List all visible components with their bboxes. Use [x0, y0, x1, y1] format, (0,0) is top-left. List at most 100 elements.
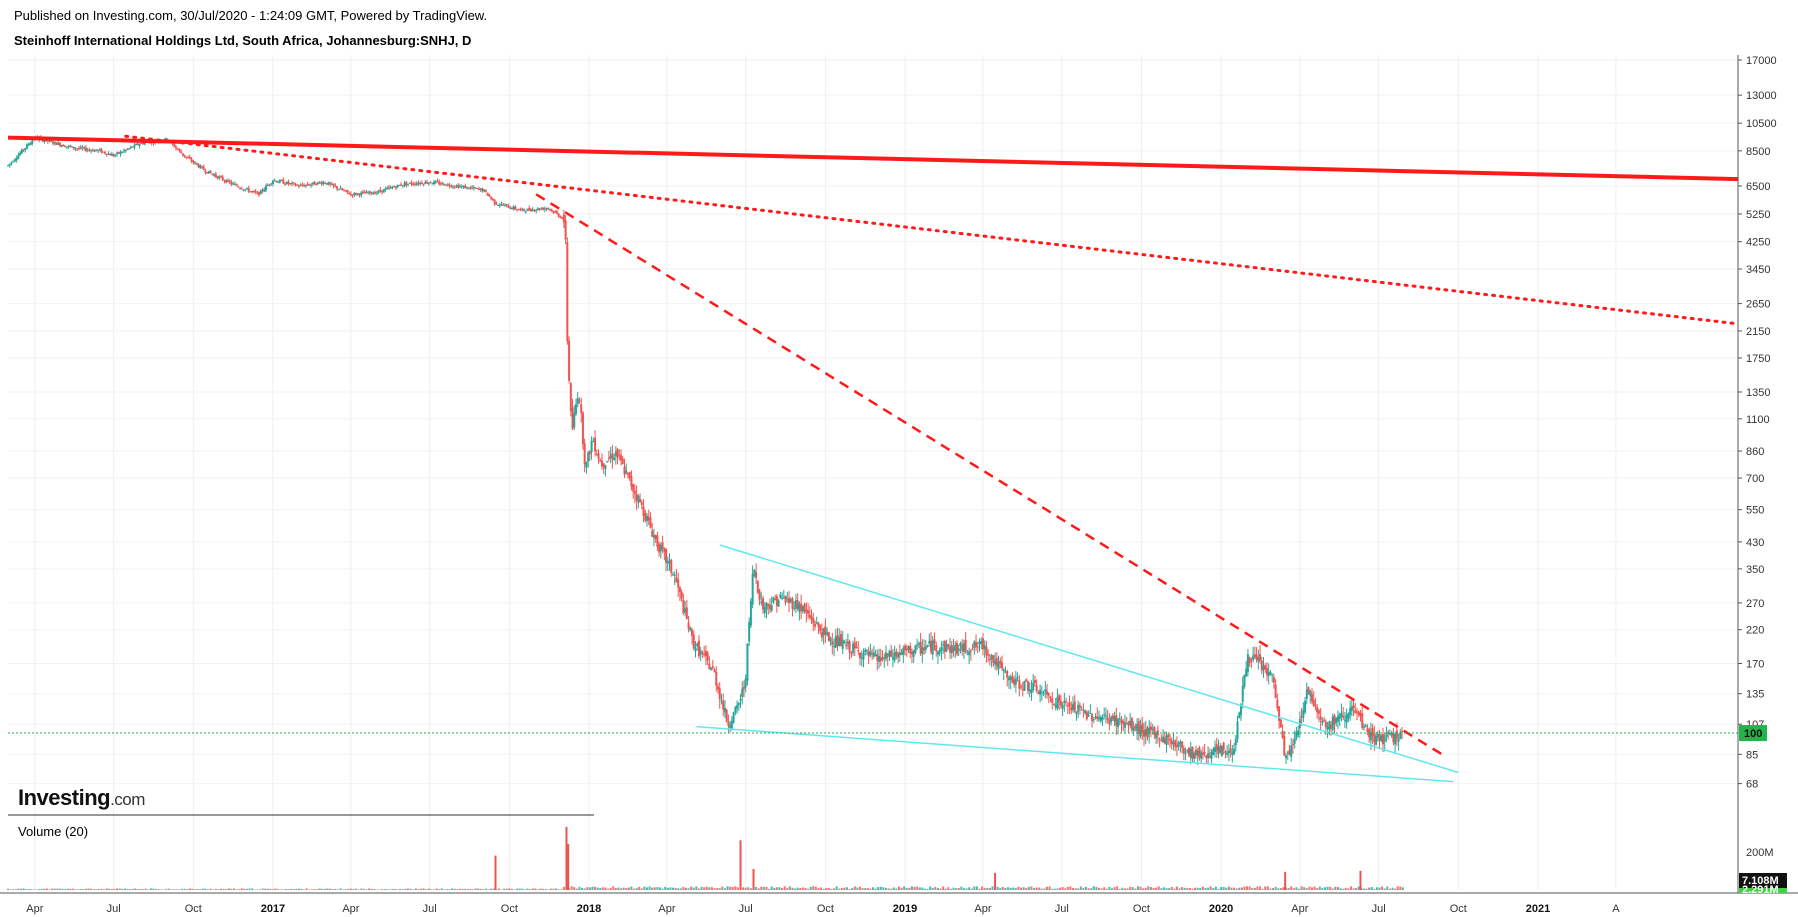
- volume-bar: [588, 887, 591, 890]
- candle-body: [478, 188, 481, 190]
- volume-bar: [1383, 888, 1386, 890]
- candle-body: [190, 159, 193, 162]
- candle-body: [445, 184, 448, 186]
- volume-bar: [864, 888, 867, 890]
- volume-bar: [201, 888, 204, 890]
- candle-body: [628, 472, 631, 478]
- volume-bar: [1279, 888, 1282, 890]
- volume-bar: [56, 888, 59, 890]
- x-tick-label: Oct: [1450, 903, 1467, 915]
- candle-body: [460, 186, 463, 188]
- candle-body: [886, 653, 889, 657]
- volume-bar: [1072, 887, 1075, 890]
- volume-bar: [1204, 888, 1207, 890]
- candle-body: [245, 188, 248, 190]
- candle-body: [575, 404, 578, 415]
- candle-body: [516, 209, 519, 211]
- volume-bar: [542, 888, 545, 890]
- volume-bar: [139, 888, 142, 890]
- volume-bar: [957, 888, 960, 890]
- candle-body: [322, 182, 325, 185]
- candle-body: [310, 184, 313, 186]
- candle-body: [715, 671, 718, 686]
- candle-body: [609, 455, 612, 459]
- volume-bar: [560, 889, 563, 890]
- candle-body: [736, 705, 739, 709]
- candle-body: [431, 183, 434, 185]
- volume-bar: [66, 888, 69, 890]
- volume-bar: [352, 889, 355, 890]
- candle-body: [128, 148, 131, 150]
- candle-body: [893, 652, 896, 661]
- volume-bar: [362, 888, 365, 890]
- volume-bar: [913, 886, 916, 890]
- volume-bar: [1162, 887, 1165, 890]
- volume-bar: [1186, 888, 1189, 890]
- candle-body: [793, 607, 796, 609]
- candle-body: [223, 180, 226, 182]
- volume-bar: [1342, 888, 1345, 890]
- candle-body: [1089, 712, 1092, 714]
- y-tick-label: 700: [1746, 473, 1764, 485]
- volume-bar: [1227, 886, 1230, 890]
- candle-body: [457, 185, 460, 188]
- candle-body: [1144, 729, 1147, 736]
- volume-bar: [1266, 886, 1269, 890]
- candle-body: [1059, 701, 1062, 706]
- volume-bar: [955, 888, 958, 890]
- candle-body: [251, 191, 254, 193]
- volume-bar: [1142, 888, 1145, 890]
- candle-body: [1383, 737, 1386, 742]
- volume-bar: [1144, 887, 1147, 890]
- volume-bar: [1147, 886, 1150, 890]
- candle-body: [1032, 682, 1035, 691]
- volume-bar: [788, 886, 791, 890]
- candle-body: [599, 460, 602, 462]
- candle-body: [772, 597, 775, 603]
- volume-bar: [570, 886, 573, 890]
- candle-body: [710, 668, 713, 671]
- y-tick-label: 1100: [1746, 414, 1770, 426]
- candle-body: [879, 657, 882, 662]
- candle-body: [315, 184, 318, 186]
- candle-body: [777, 600, 780, 607]
- volume-bar: [635, 888, 638, 890]
- candle-body: [1219, 745, 1222, 753]
- candle-body: [271, 180, 274, 185]
- candle-body: [1347, 713, 1350, 719]
- candle-body: [1004, 671, 1007, 673]
- volume-bar: [134, 888, 137, 890]
- y-tick-label: 85: [1746, 749, 1758, 761]
- candle-body: [545, 207, 548, 209]
- candle-body: [517, 209, 520, 211]
- candle-body: [1141, 723, 1144, 734]
- volume-bar: [64, 889, 67, 890]
- candle-body: [718, 688, 721, 700]
- candle-body: [614, 451, 617, 457]
- candle-body: [959, 642, 962, 647]
- candle-body: [53, 141, 56, 144]
- candle-body: [1111, 715, 1114, 720]
- candle-body: [666, 560, 669, 564]
- volume-bar: [1230, 887, 1233, 890]
- candle-body: [187, 157, 190, 159]
- price-chart[interactable]: Apr Jul Oct 2017 Apr Jul Oct 2018 Apr Jul Oct 2019 A…: [0, 0, 1798, 917]
- volume-bar: [1051, 888, 1054, 890]
- candle-body: [1091, 714, 1094, 722]
- candle-body: [180, 151, 183, 154]
- candle-body: [1137, 721, 1140, 734]
- candle-body: [1196, 750, 1199, 756]
- volume-bar: [960, 886, 963, 890]
- volume-bar: [1066, 886, 1069, 890]
- grid: [8, 55, 1738, 890]
- candle-body: [1181, 741, 1184, 748]
- volume-bar: [872, 887, 874, 890]
- candle-body: [1051, 698, 1054, 703]
- volume-bar: [918, 887, 921, 890]
- y-tick-label: 5250: [1746, 209, 1770, 221]
- candle-body: [464, 185, 467, 189]
- candle-body: [904, 645, 907, 651]
- candle-body: [1321, 720, 1324, 723]
- candle-body: [1097, 717, 1100, 720]
- candle-body: [351, 194, 354, 196]
